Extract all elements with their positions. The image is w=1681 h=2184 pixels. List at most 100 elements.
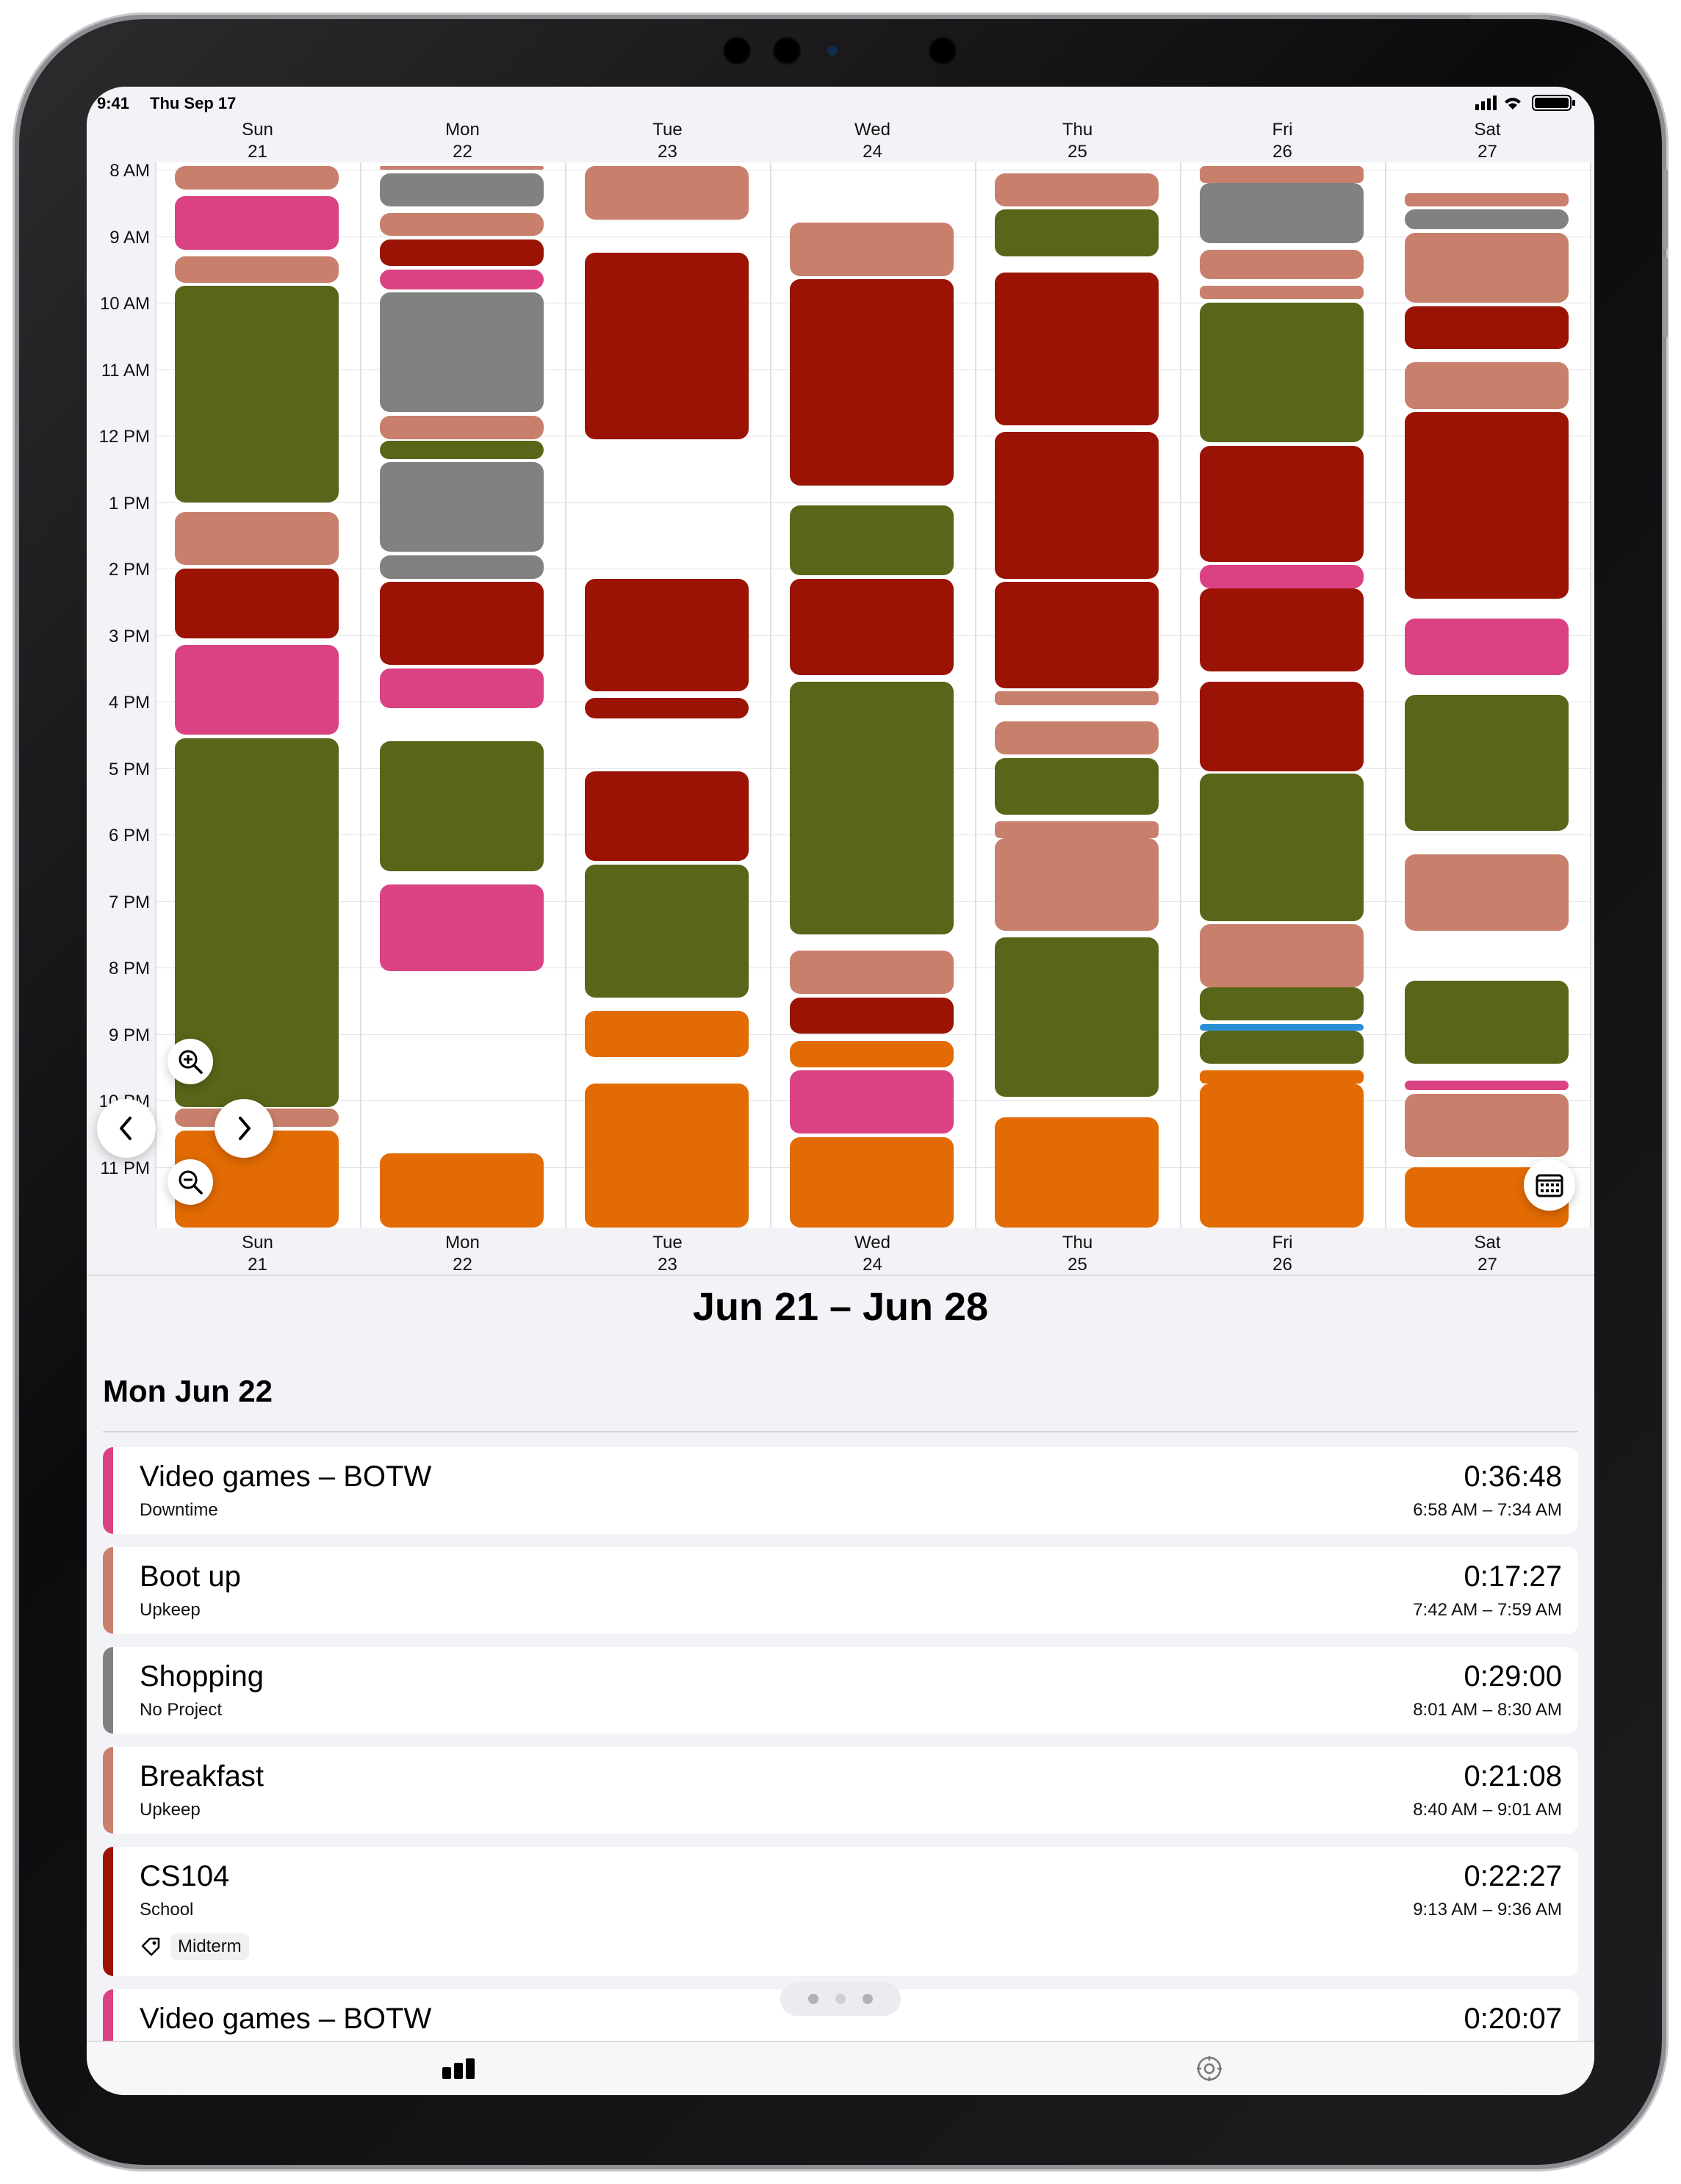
tab-reports[interactable] (438, 2051, 479, 2086)
event-block-school[interactable] (995, 273, 1159, 426)
zoom-out-button[interactable] (168, 1159, 213, 1205)
event-block-school[interactable] (1405, 306, 1569, 350)
event-block-green[interactable] (1200, 303, 1364, 443)
time-entry-row[interactable]: CS104 School 0:22:27 9:13 AM – 9:36 AM Midte… (103, 1847, 1578, 1976)
event-block-upkeep[interactable] (995, 173, 1159, 206)
time-entry-row[interactable]: Boot up Upkeep 0:17:27 7:42 AM – 7:59 AM (103, 1547, 1578, 1634)
event-block-school[interactable] (1200, 681, 1364, 772)
event-block-noproject[interactable] (380, 173, 544, 206)
event-block-orange[interactable] (380, 1153, 544, 1228)
event-block-upkeep[interactable] (1200, 249, 1364, 280)
event-block-upkeep[interactable] (1405, 232, 1569, 303)
event-block-downtime[interactable] (380, 668, 544, 709)
time-entry-row[interactable]: Shopping No Project 0:29:00 8:01 AM – 8:30 … (103, 1647, 1578, 1734)
event-block-school[interactable] (585, 578, 749, 692)
event-block-upkeep[interactable] (995, 721, 1159, 755)
page-indicator[interactable] (780, 1982, 901, 2016)
day-footer-wed[interactable]: Wed 24 (770, 1232, 975, 1276)
event-block-noproject[interactable] (1200, 183, 1364, 243)
event-block-upkeep[interactable] (380, 415, 544, 439)
event-block-green[interactable] (585, 864, 749, 998)
event-block-upkeep[interactable] (790, 223, 954, 276)
event-block-noproject[interactable] (380, 292, 544, 413)
day-header-mon[interactable]: Mon 22 (360, 119, 565, 163)
event-block-green[interactable] (380, 741, 544, 871)
event-block-school[interactable] (585, 771, 749, 862)
event-block-downtime[interactable] (175, 645, 339, 735)
event-block-green[interactable] (995, 209, 1159, 256)
event-block-upkeep[interactable] (175, 256, 339, 283)
event-block-green[interactable] (1405, 694, 1569, 832)
event-block-orange[interactable] (790, 1136, 954, 1228)
week-calendar-grid[interactable] (155, 162, 1591, 1228)
event-block-upkeep[interactable] (995, 837, 1159, 931)
day-footer-sun[interactable]: Sun 21 (155, 1232, 360, 1276)
event-block-orange[interactable] (790, 1040, 954, 1067)
day-footer-tue[interactable]: Tue 23 (565, 1232, 770, 1276)
event-block-downtime[interactable] (1200, 565, 1364, 589)
event-block-upkeep[interactable] (1200, 166, 1364, 184)
event-block-school[interactable] (790, 279, 954, 486)
event-block-school[interactable] (1200, 445, 1364, 562)
previous-week-button[interactable] (97, 1099, 156, 1158)
event-block-school[interactable] (1405, 412, 1569, 599)
event-block-school[interactable] (995, 432, 1159, 579)
calendar-picker-button[interactable] (1524, 1159, 1575, 1211)
event-block-upkeep[interactable] (995, 691, 1159, 705)
event-block-school[interactable] (790, 578, 954, 675)
event-block-orange[interactable] (1200, 1070, 1364, 1084)
event-block-upkeep[interactable] (1405, 854, 1569, 931)
event-block-upkeep[interactable] (1405, 362, 1569, 409)
event-block-green[interactable] (1200, 987, 1364, 1021)
tab-settings[interactable] (1189, 2051, 1230, 2086)
event-block-green[interactable] (380, 441, 544, 459)
event-block-upkeep[interactable] (380, 166, 544, 170)
event-block-blue[interactable] (1200, 1023, 1364, 1031)
event-block-upkeep[interactable] (1200, 924, 1364, 988)
day-header-sun[interactable]: Sun 21 (155, 119, 360, 163)
time-entry-row[interactable]: Video games – BOTW Downtime 0:36:48 6:58 AM… (103, 1447, 1578, 1534)
event-block-orange[interactable] (1200, 1084, 1364, 1228)
event-block-school[interactable] (1200, 588, 1364, 672)
event-block-downtime[interactable] (790, 1070, 954, 1134)
event-block-green[interactable] (1200, 1030, 1364, 1064)
event-block-school[interactable] (995, 582, 1159, 688)
event-block-upkeep[interactable] (995, 821, 1159, 838)
event-block-school[interactable] (585, 698, 749, 718)
day-footer-thu[interactable]: Thu 25 (975, 1232, 1180, 1276)
event-block-noproject[interactable] (380, 462, 544, 552)
event-block-downtime[interactable] (380, 884, 544, 971)
day-header-sat[interactable]: Sat 27 (1385, 119, 1590, 163)
event-block-upkeep[interactable] (1405, 1093, 1569, 1157)
day-footer-fri[interactable]: Fri 26 (1180, 1232, 1385, 1276)
event-block-orange[interactable] (585, 1084, 749, 1228)
event-block-school[interactable] (790, 997, 954, 1034)
event-block-upkeep[interactable] (175, 166, 339, 190)
event-block-upkeep[interactable] (1200, 286, 1364, 300)
zoom-in-button[interactable] (168, 1039, 213, 1084)
day-footer-sat[interactable]: Sat 27 (1385, 1232, 1590, 1276)
day-header-fri[interactable]: Fri 26 (1180, 119, 1385, 163)
time-entry-row[interactable]: Breakfast Upkeep 0:21:08 8:40 AM – 9:01 AM (103, 1747, 1578, 1834)
event-block-green[interactable] (790, 681, 954, 934)
event-block-school[interactable] (175, 569, 339, 639)
event-block-green[interactable] (1405, 981, 1569, 1064)
event-block-noproject[interactable] (380, 555, 544, 579)
event-block-upkeep[interactable] (585, 166, 749, 220)
event-block-school[interactable] (380, 582, 544, 666)
event-block-green[interactable] (995, 757, 1159, 815)
event-block-orange[interactable] (995, 1117, 1159, 1228)
day-header-tue[interactable]: Tue 23 (565, 119, 770, 163)
event-block-green[interactable] (790, 505, 954, 576)
event-block-orange[interactable] (585, 1010, 749, 1058)
event-block-upkeep[interactable] (175, 512, 339, 566)
event-block-school[interactable] (585, 253, 749, 439)
next-week-button[interactable] (215, 1099, 273, 1158)
event-block-downtime[interactable] (175, 196, 339, 250)
event-block-upkeep[interactable] (380, 212, 544, 237)
day-footer-mon[interactable]: Mon 22 (360, 1232, 565, 1276)
event-block-noproject[interactable] (1405, 209, 1569, 230)
event-block-green[interactable] (175, 286, 339, 502)
event-block-green[interactable] (1200, 773, 1364, 921)
event-block-downtime[interactable] (1405, 618, 1569, 675)
